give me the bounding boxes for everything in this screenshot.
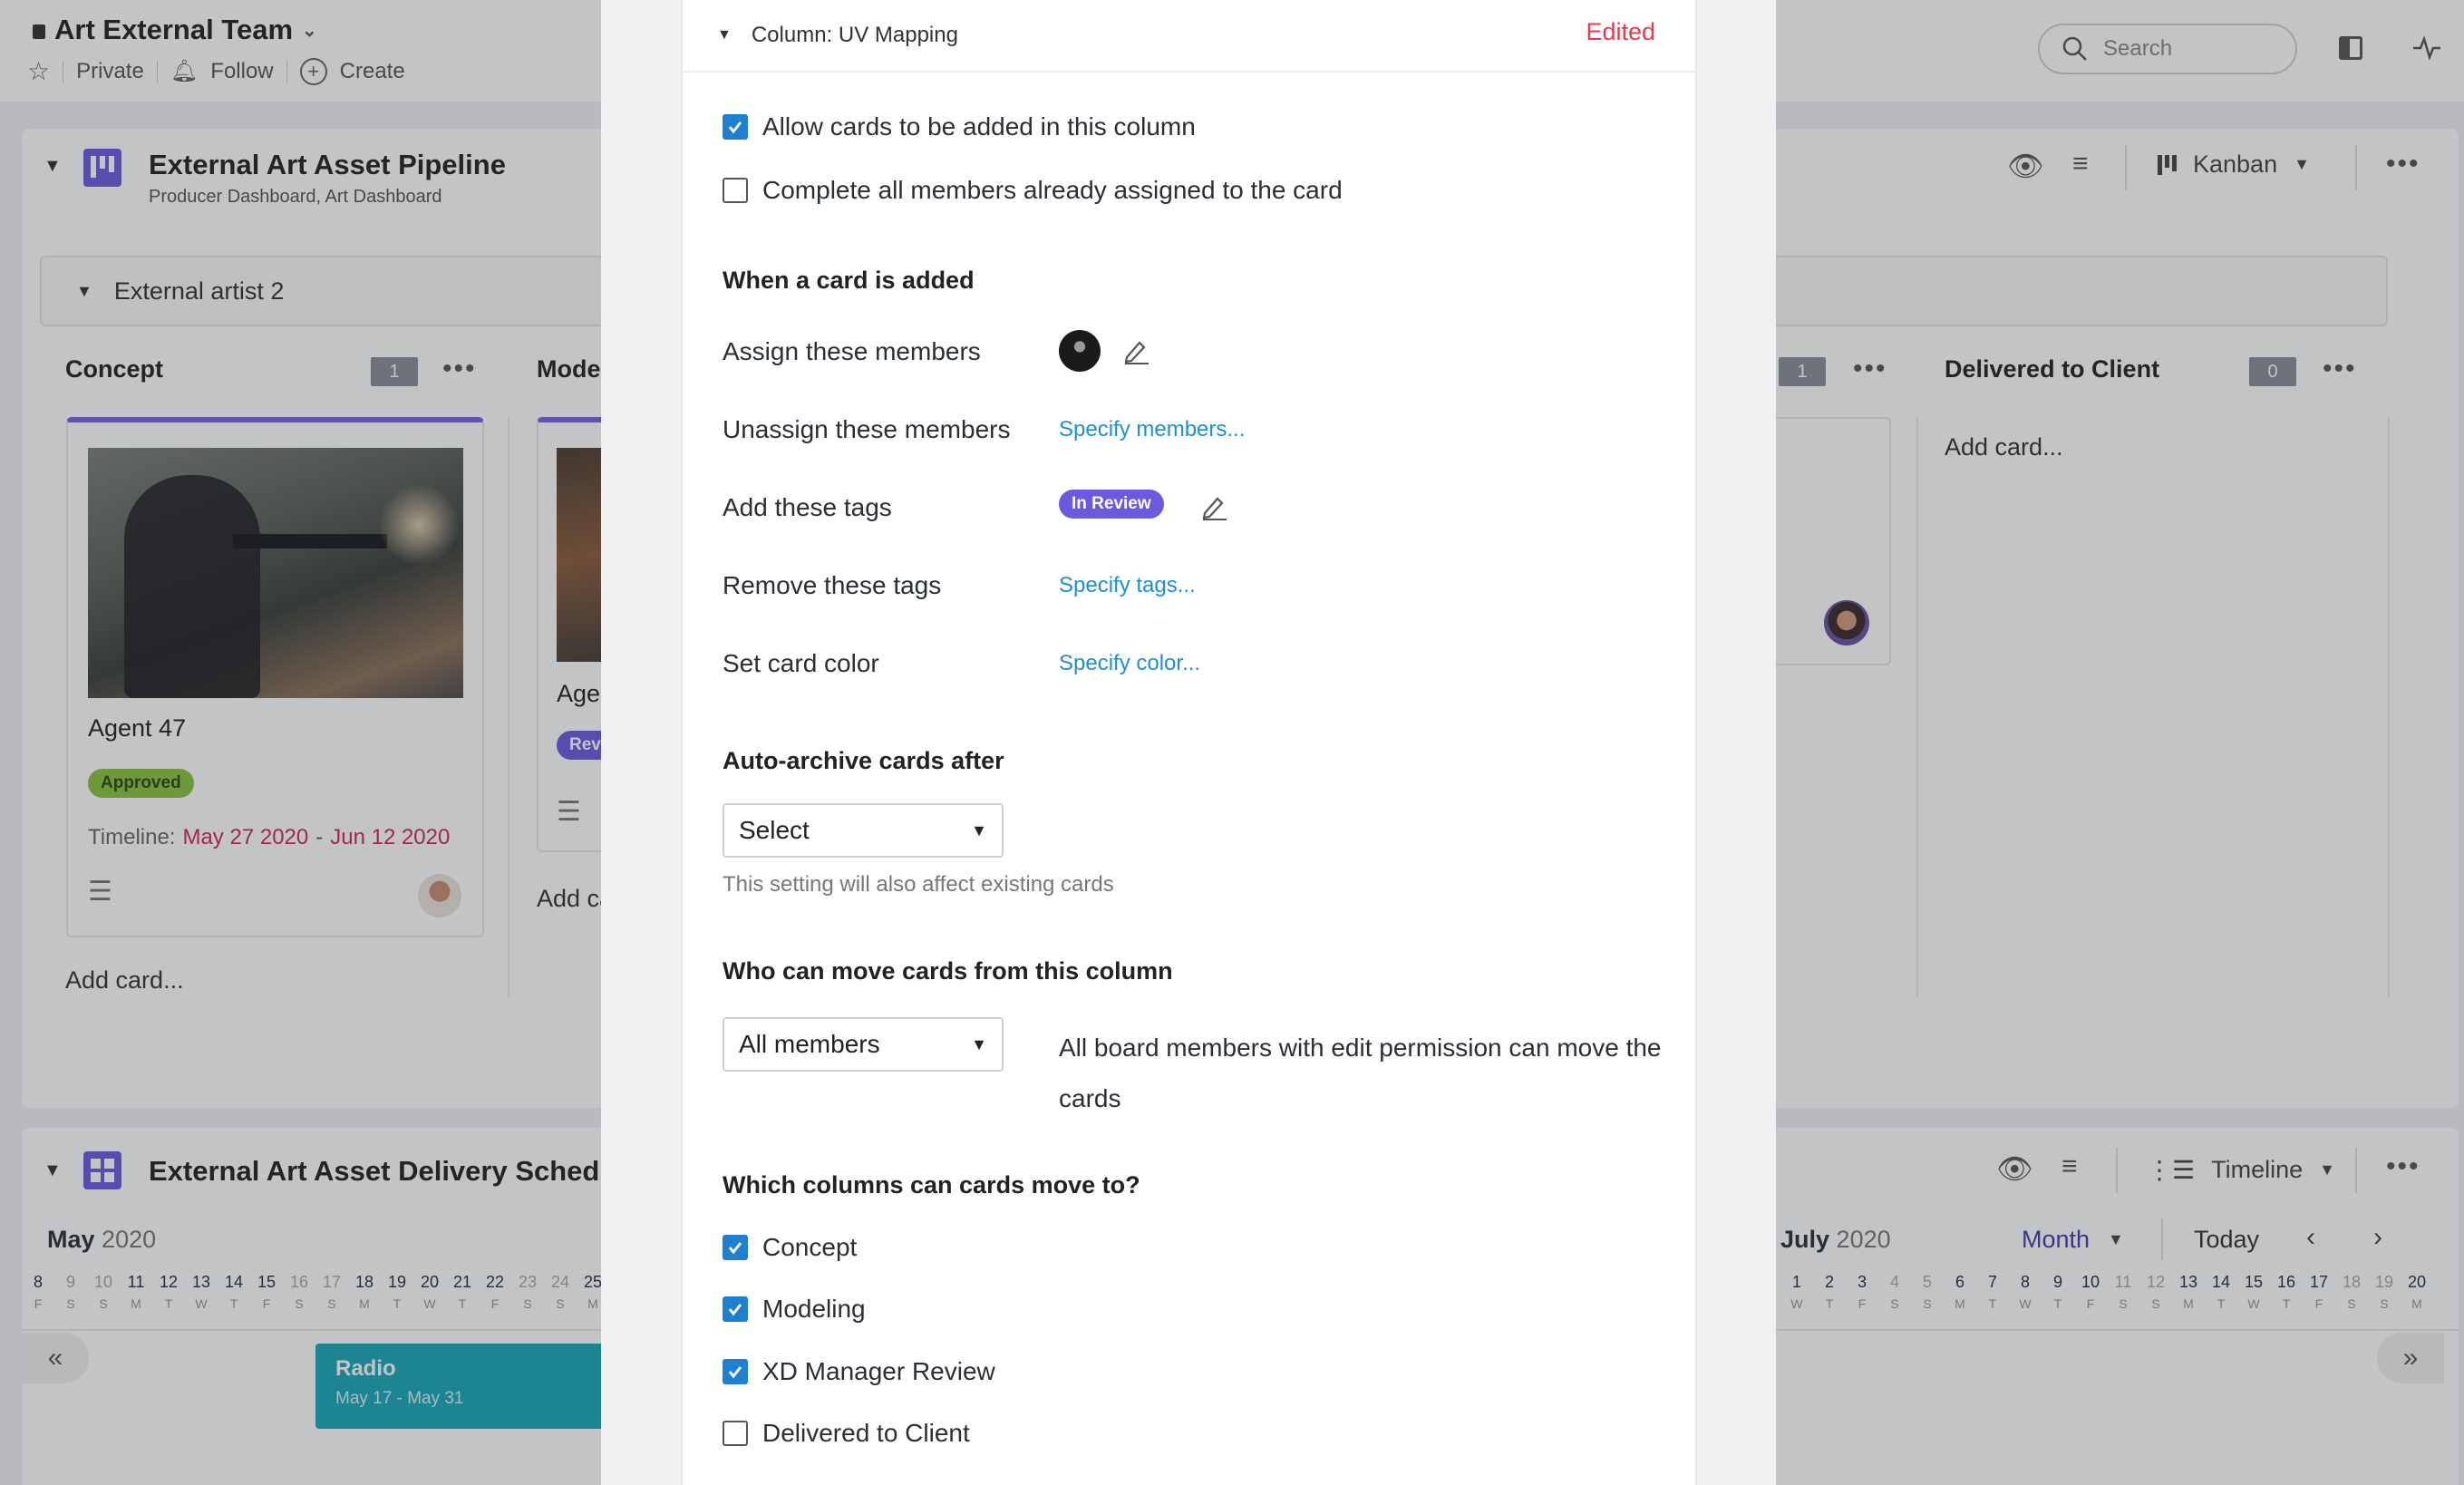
remove-tags-label: Remove these tags <box>723 571 942 599</box>
edited-status: Edited <box>1586 18 1655 45</box>
avatar[interactable] <box>1059 330 1101 372</box>
column-settings-panel: ▼ Column: UV Mapping Edited Allow cards … <box>681 0 1697 1485</box>
option-label: Concept <box>762 1233 858 1261</box>
checkbox-checked[interactable] <box>723 1359 748 1384</box>
allow-add-option[interactable]: Allow cards to be added in this column <box>723 112 1196 141</box>
pencil-icon[interactable] <box>1199 491 1228 520</box>
move-to-xd-manager-review[interactable]: XD Manager Review <box>723 1357 995 1386</box>
panel-title: Column: UV Mapping <box>751 23 958 47</box>
option-label: Complete all members already assigned to… <box>762 176 1343 204</box>
section-heading: When a card is added <box>723 267 975 294</box>
checkbox-checked[interactable] <box>723 1296 748 1322</box>
checkbox-checked[interactable] <box>723 114 748 140</box>
auto-archive-select[interactable]: Select ▼ <box>723 803 1004 858</box>
assign-label: Assign these members <box>723 337 981 365</box>
who-can-move-select[interactable]: All members ▼ <box>723 1017 1004 1072</box>
auto-archive-hint: This setting will also affect existing c… <box>723 872 1114 897</box>
card-color-label: Set card color <box>723 649 879 677</box>
caret-down-icon: ▼ <box>971 820 987 840</box>
tag-in-review[interactable]: In Review <box>1059 490 1164 519</box>
unassign-label: Unassign these members <box>723 415 1011 443</box>
select-value: All members <box>739 1030 880 1058</box>
option-label: Allow cards to be added in this column <box>762 112 1196 141</box>
specify-tags-link[interactable]: Specify tags... <box>1059 573 1196 598</box>
specify-color-link[interactable]: Specify color... <box>1059 651 1200 676</box>
move-to-delivered[interactable]: Delivered to Client <box>723 1419 970 1448</box>
who-can-move-description: All board members with edit permission c… <box>1059 1034 1662 1112</box>
option-label: Delivered to Client <box>762 1419 970 1447</box>
section-heading: Auto-archive cards after <box>723 747 1004 774</box>
caret-down-icon: ▼ <box>971 1034 987 1053</box>
collapse-icon: ▼ <box>717 27 732 43</box>
checkbox-unchecked[interactable] <box>723 178 748 203</box>
option-label: Modeling <box>762 1295 866 1323</box>
pencil-icon[interactable] <box>1121 335 1150 364</box>
panel-header[interactable]: ▼ Column: UV Mapping <box>683 0 1695 73</box>
section-heading: Which columns can cards move to? <box>723 1171 1140 1199</box>
checkbox-unchecked[interactable] <box>723 1421 748 1446</box>
section-heading: Who can move cards from this column <box>723 957 1173 985</box>
checkbox-checked[interactable] <box>723 1235 748 1260</box>
specify-members-link[interactable]: Specify members... <box>1059 417 1245 442</box>
add-tags-label: Add these tags <box>723 493 892 521</box>
option-label: XD Manager Review <box>762 1357 995 1385</box>
complete-members-option[interactable]: Complete all members already assigned to… <box>723 176 1343 205</box>
select-value: Select <box>739 816 810 844</box>
move-to-modeling[interactable]: Modeling <box>723 1295 866 1324</box>
move-to-concept[interactable]: Concept <box>723 1233 857 1262</box>
